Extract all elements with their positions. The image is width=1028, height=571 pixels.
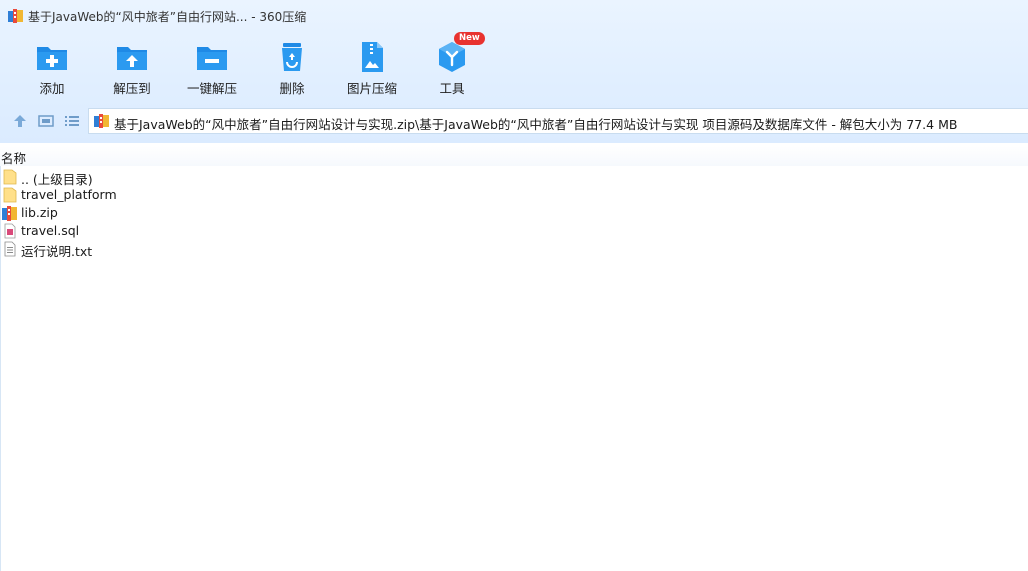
one-click-extract-button[interactable]: 一键解压 <box>172 36 252 98</box>
file-name: travel.sql <box>21 223 80 238</box>
column-header: 名称 <box>0 146 1028 166</box>
text-file-icon <box>4 241 16 257</box>
app-window: 基于JavaWeb的“风中旅者”自由行网站... - 360压缩 添加 解压到 … <box>0 0 1028 571</box>
archive-file-icon <box>94 114 109 128</box>
title-bar[interactable]: 基于JavaWeb的“风中旅者”自由行网站... - 360压缩 <box>0 0 1028 33</box>
add-label: 添加 <box>39 81 65 96</box>
zip-archive-icon <box>2 206 17 221</box>
tools-cube-icon <box>439 42 465 72</box>
image-compress-label: 图片压缩 <box>346 81 397 96</box>
recycle-bin-icon <box>282 43 302 71</box>
list-item[interactable]: travel.sql <box>0 222 400 240</box>
one-click-extract-label: 一键解压 <box>186 81 237 96</box>
add-button[interactable]: 添加 <box>12 36 92 98</box>
extract-to-label: 解压到 <box>113 81 151 96</box>
address-bar[interactable]: 基于JavaWeb的“风中旅者”自由行网站设计与实现.zip\基于JavaWeb… <box>88 108 1028 134</box>
window-title: 基于JavaWeb的“风中旅者”自由行网站... - 360压缩 <box>28 10 307 24</box>
archive-app-icon <box>8 9 23 23</box>
thumbnail-view-icon[interactable] <box>37 112 55 130</box>
add-folder-icon <box>37 47 67 70</box>
image-compress-icon <box>362 42 383 72</box>
file-name: lib.zip <box>21 205 58 220</box>
list-item[interactable]: 运行说明.txt <box>0 240 400 259</box>
delete-label: 删除 <box>279 81 305 96</box>
list-item[interactable]: .. (上级目录) <box>0 168 400 187</box>
file-name: 运行说明.txt <box>21 244 93 259</box>
address-path: 基于JavaWeb的“风中旅者”自由行网站设计与实现.zip\基于JavaWeb… <box>114 117 958 132</box>
delete-button[interactable]: 删除 <box>252 36 332 98</box>
file-name: travel_platform <box>21 187 117 202</box>
navigation-bar: 基于JavaWeb的“风中旅者”自由行网站设计与实现.zip\基于JavaWeb… <box>0 106 1028 136</box>
tools-button[interactable]: 工具 <box>412 36 492 98</box>
header-region: 基于JavaWeb的“风中旅者”自由行网站... - 360压缩 添加 解压到 … <box>0 0 1028 143</box>
extract-to-icon <box>117 47 147 70</box>
folder-icon <box>3 169 17 185</box>
list-view-icon[interactable] <box>63 112 81 130</box>
image-compress-button[interactable]: 图片压缩 <box>332 36 412 98</box>
extract-to-button[interactable]: 解压到 <box>92 36 172 98</box>
tools-label: 工具 <box>439 81 465 96</box>
list-item[interactable]: lib.zip <box>0 204 400 222</box>
folder-icon <box>3 187 17 203</box>
list-item[interactable]: travel_platform <box>0 186 400 204</box>
one-click-extract-icon <box>197 47 227 70</box>
toolbar: 添加 解压到 一键解压 删除 图片压缩 工具 <box>0 36 520 98</box>
sql-file-icon <box>4 223 16 239</box>
up-arrow-icon[interactable] <box>11 112 29 130</box>
column-name-header[interactable]: 名称 <box>1 148 26 167</box>
new-badge: New <box>454 32 485 45</box>
